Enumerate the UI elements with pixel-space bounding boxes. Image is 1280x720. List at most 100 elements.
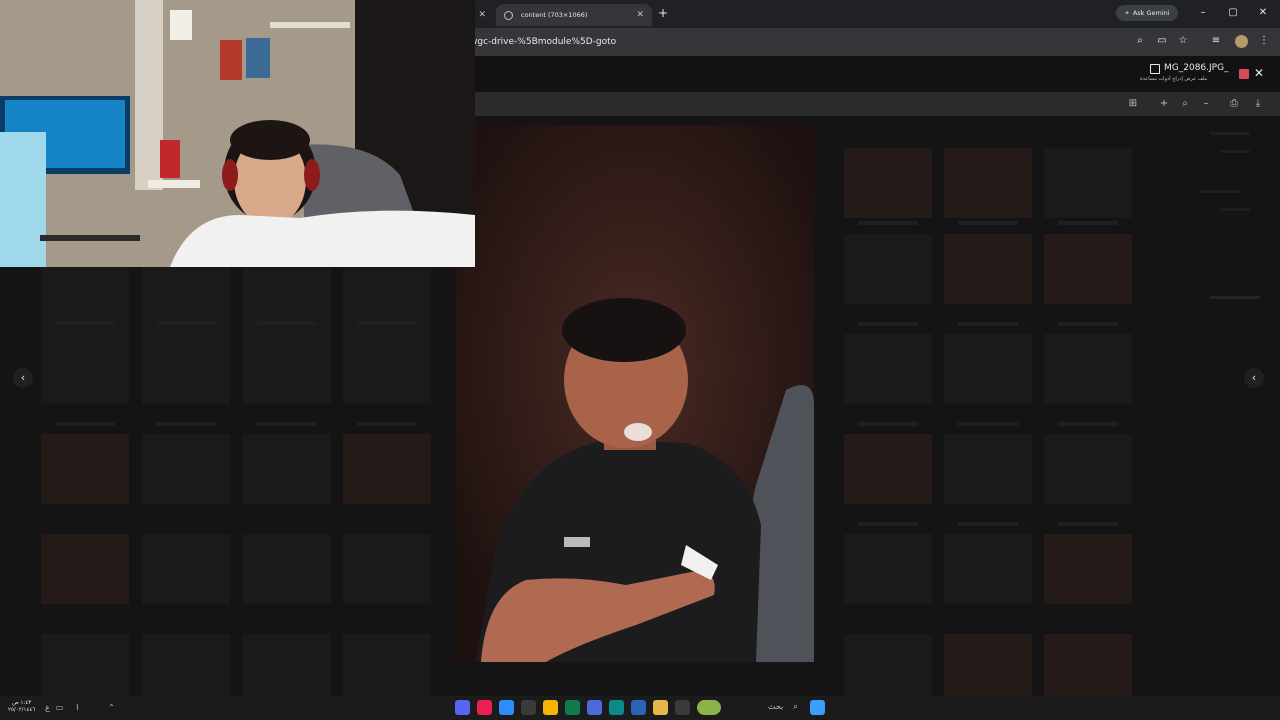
thumbnail[interactable] <box>844 148 932 218</box>
viewer-menu-line: ملف عرض إدراج أدوات مساعدة <box>1140 76 1208 82</box>
taskbar-clock[interactable]: ١:٤٣ ص ٢٥/٠٢/١٤٤٦ <box>8 700 35 714</box>
minimize-button[interactable]: – <box>1194 5 1212 21</box>
side-panel-line <box>1200 190 1240 193</box>
thumbnail[interactable] <box>944 634 1032 696</box>
zoom-out-icon[interactable]: – <box>1199 97 1213 111</box>
discord-icon[interactable] <box>455 700 470 715</box>
thumbnail[interactable] <box>944 148 1032 218</box>
side-panel-line <box>1220 208 1250 211</box>
star-icon[interactable]: ☆ <box>1176 34 1190 48</box>
zoom-in-icon[interactable]: + <box>1157 97 1171 111</box>
app-icon[interactable] <box>587 700 602 715</box>
thumbnail-caption <box>958 422 1018 426</box>
thumbnail[interactable] <box>142 534 230 604</box>
previous-arrow-button[interactable]: ‹ <box>13 368 33 388</box>
thumbnail-caption <box>1058 221 1118 225</box>
download-icon[interactable]: ⤓ <box>1251 97 1265 111</box>
thumbnail[interactable] <box>844 234 932 304</box>
thumbnail[interactable] <box>243 434 331 504</box>
search-icon[interactable]: ⌕ <box>788 700 803 715</box>
app-icon[interactable] <box>499 700 514 715</box>
file-explorer-icon[interactable] <box>653 700 668 715</box>
thumbnail[interactable] <box>41 334 129 404</box>
thumbnail-caption <box>858 522 918 526</box>
thumbnail[interactable] <box>1044 334 1132 404</box>
thumbnail-caption <box>357 422 417 426</box>
new-tab-button[interactable]: + <box>655 5 671 21</box>
thumbnail[interactable] <box>844 434 932 504</box>
thumbnail[interactable] <box>944 434 1032 504</box>
thumbnail[interactable] <box>1044 434 1132 504</box>
menu-icon[interactable]: ⋮ <box>1257 34 1271 48</box>
tab-title: content (703×1066) <box>521 11 588 19</box>
side-panel-line <box>1210 296 1260 299</box>
edge-icon[interactable] <box>609 700 624 715</box>
chrome-icon[interactable] <box>543 700 558 715</box>
thumbnail[interactable] <box>844 634 932 696</box>
thumbnail[interactable] <box>142 266 230 336</box>
restore-button[interactable]: ▢ <box>1224 5 1242 21</box>
next-arrow-button[interactable]: ‹ <box>1244 368 1264 388</box>
widget-icon[interactable] <box>697 700 721 715</box>
clock-time: ١:٤٣ ص <box>12 700 32 706</box>
thumbnail[interactable] <box>142 334 230 404</box>
close-window-button[interactable]: ✕ <box>1254 5 1272 21</box>
thumbnail[interactable] <box>343 266 431 336</box>
media-icon[interactable]: ≡ <box>1209 34 1223 48</box>
thumbnail[interactable] <box>844 534 932 604</box>
start-icon[interactable] <box>810 700 825 715</box>
thumbnail-caption <box>958 221 1018 225</box>
clock-date: ٢٥/٠٢/١٤٤٦ <box>8 707 36 713</box>
thumbnail[interactable] <box>142 434 230 504</box>
app-icon[interactable] <box>631 700 646 715</box>
comment-icon[interactable]: ⊞ <box>1126 97 1140 111</box>
thumbnail[interactable] <box>1044 234 1132 304</box>
tab-close-icon[interactable]: ✕ <box>636 10 644 20</box>
thumbnail[interactable] <box>343 534 431 604</box>
tiktok-icon[interactable] <box>477 700 492 715</box>
thumbnail[interactable] <box>41 266 129 336</box>
side-panel-line <box>1220 150 1250 153</box>
thumbnail[interactable] <box>243 334 331 404</box>
thumbnail-caption <box>958 322 1018 326</box>
thumbnail[interactable] <box>1044 534 1132 604</box>
thumbnail[interactable] <box>343 334 431 404</box>
address-bar[interactable]: wgc-drive-%5Bmodule%5D-goto <box>470 33 1110 51</box>
chevron-up-icon[interactable]: ⌃ <box>104 700 119 715</box>
tab-close-icon[interactable]: ✕ <box>478 10 486 20</box>
display-icon[interactable]: ▭ <box>52 700 67 715</box>
thumbnail[interactable] <box>243 266 331 336</box>
thumbnail[interactable] <box>1044 148 1132 218</box>
thumbnail-caption <box>858 221 918 225</box>
thumbnail-caption <box>858 322 918 326</box>
thumbnail-caption <box>55 422 115 426</box>
thumbnail[interactable] <box>1044 634 1132 696</box>
ask-gemini-button[interactable]: ✦ Ask Gemini <box>1116 5 1178 21</box>
zoom-icon[interactable]: ⌕ <box>1178 97 1192 111</box>
tab-active[interactable]: content (703×1066) ✕ <box>496 4 652 26</box>
thumbnail[interactable] <box>944 534 1032 604</box>
close-viewer-button[interactable]: ✕ <box>1254 66 1264 80</box>
thumbnail[interactable] <box>41 534 129 604</box>
cast-icon[interactable]: ▭ <box>1155 34 1169 48</box>
thumbnail[interactable] <box>41 634 129 696</box>
thumbnail[interactable] <box>944 234 1032 304</box>
app-icon[interactable] <box>675 700 690 715</box>
thumbnail-caption <box>958 522 1018 526</box>
thumbnail[interactable] <box>944 334 1032 404</box>
print-icon[interactable]: ⎙ <box>1227 97 1241 111</box>
taskbar-search[interactable]: بحث <box>768 702 783 711</box>
side-panel-line <box>1210 132 1250 135</box>
obs-icon[interactable] <box>521 700 536 715</box>
thumbnail[interactable] <box>142 634 230 696</box>
search-icon[interactable]: ⌕ <box>1133 34 1147 48</box>
thumbnail[interactable] <box>41 434 129 504</box>
thumbnail[interactable] <box>243 534 331 604</box>
network-icon[interactable]: ⌇ <box>70 700 85 715</box>
thumbnail[interactable] <box>343 434 431 504</box>
app-icon[interactable] <box>565 700 580 715</box>
profile-avatar[interactable] <box>1235 35 1248 48</box>
thumbnail[interactable] <box>243 634 331 696</box>
thumbnail[interactable] <box>844 334 932 404</box>
thumbnail[interactable] <box>343 634 431 696</box>
